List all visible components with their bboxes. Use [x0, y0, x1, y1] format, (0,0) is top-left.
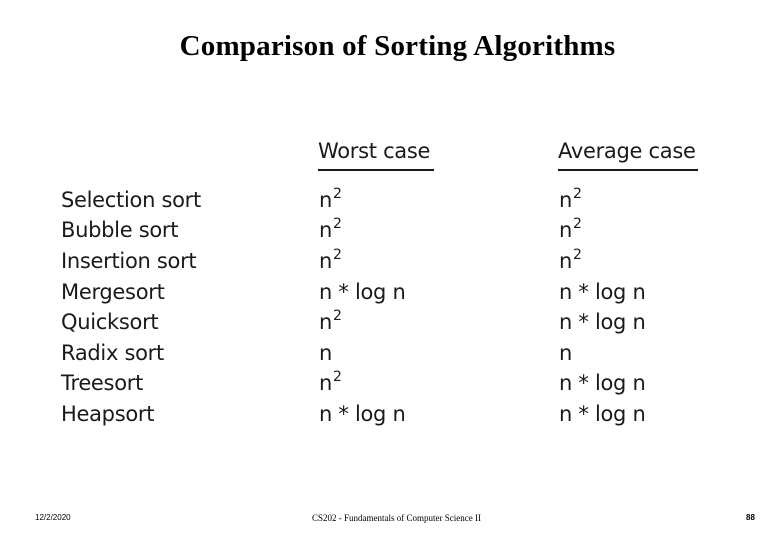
table-row: Mergesort n * log n n * log n	[0, 277, 780, 307]
table-row: Treesort n2 n * log n	[0, 368, 780, 398]
algorithm-name: Radix sort	[61, 341, 164, 365]
table-row: Insertion sort n2 n2	[0, 246, 780, 276]
footer-course-title: CS202 - Fundamentals of Computer Science…	[312, 513, 481, 523]
worst-case-value: n2	[319, 369, 342, 395]
table-row: Bubble sort n2 n2	[0, 215, 780, 245]
table-row: Heapsort n * log n n * log n	[0, 399, 780, 429]
worst-case-value: n * log n	[319, 280, 406, 304]
table-row: Radix sort n n	[0, 338, 780, 368]
worst-case-value: n2	[319, 247, 342, 273]
average-case-value: n2	[559, 216, 582, 242]
algorithm-name: Quicksort	[61, 310, 159, 334]
average-case-value: n * log n	[559, 402, 646, 426]
footer-page-number: 88	[746, 513, 755, 522]
average-case-value: n * log n	[559, 280, 646, 304]
footer-date: 12/2/2020	[35, 513, 71, 522]
worst-case-value: n * log n	[319, 402, 406, 426]
worst-case-value: n2	[319, 308, 342, 334]
algorithm-name: Mergesort	[61, 280, 165, 304]
average-case-value: n2	[559, 247, 582, 273]
algorithm-name: Heapsort	[61, 402, 155, 426]
algorithm-name: Insertion sort	[61, 249, 197, 273]
algorithm-name: Selection sort	[61, 188, 201, 212]
algorithm-name: Treesort	[61, 371, 144, 395]
average-case-value: n2	[559, 186, 582, 212]
complexity-table: Worst case Average case Selection sort n…	[0, 0, 780, 540]
average-case-value: n	[559, 341, 573, 365]
algorithm-name: Bubble sort	[61, 218, 179, 242]
worst-case-value: n2	[319, 216, 342, 242]
table-row: Selection sort n2 n2	[0, 185, 780, 215]
header-worst-case: Worst case	[318, 137, 434, 171]
header-average-case: Average case	[558, 137, 698, 171]
average-case-value: n * log n	[559, 310, 646, 334]
worst-case-value: n	[319, 341, 333, 365]
average-case-value: n * log n	[559, 371, 646, 395]
table-row: Quicksort n2 n * log n	[0, 307, 780, 337]
worst-case-value: n2	[319, 186, 342, 212]
